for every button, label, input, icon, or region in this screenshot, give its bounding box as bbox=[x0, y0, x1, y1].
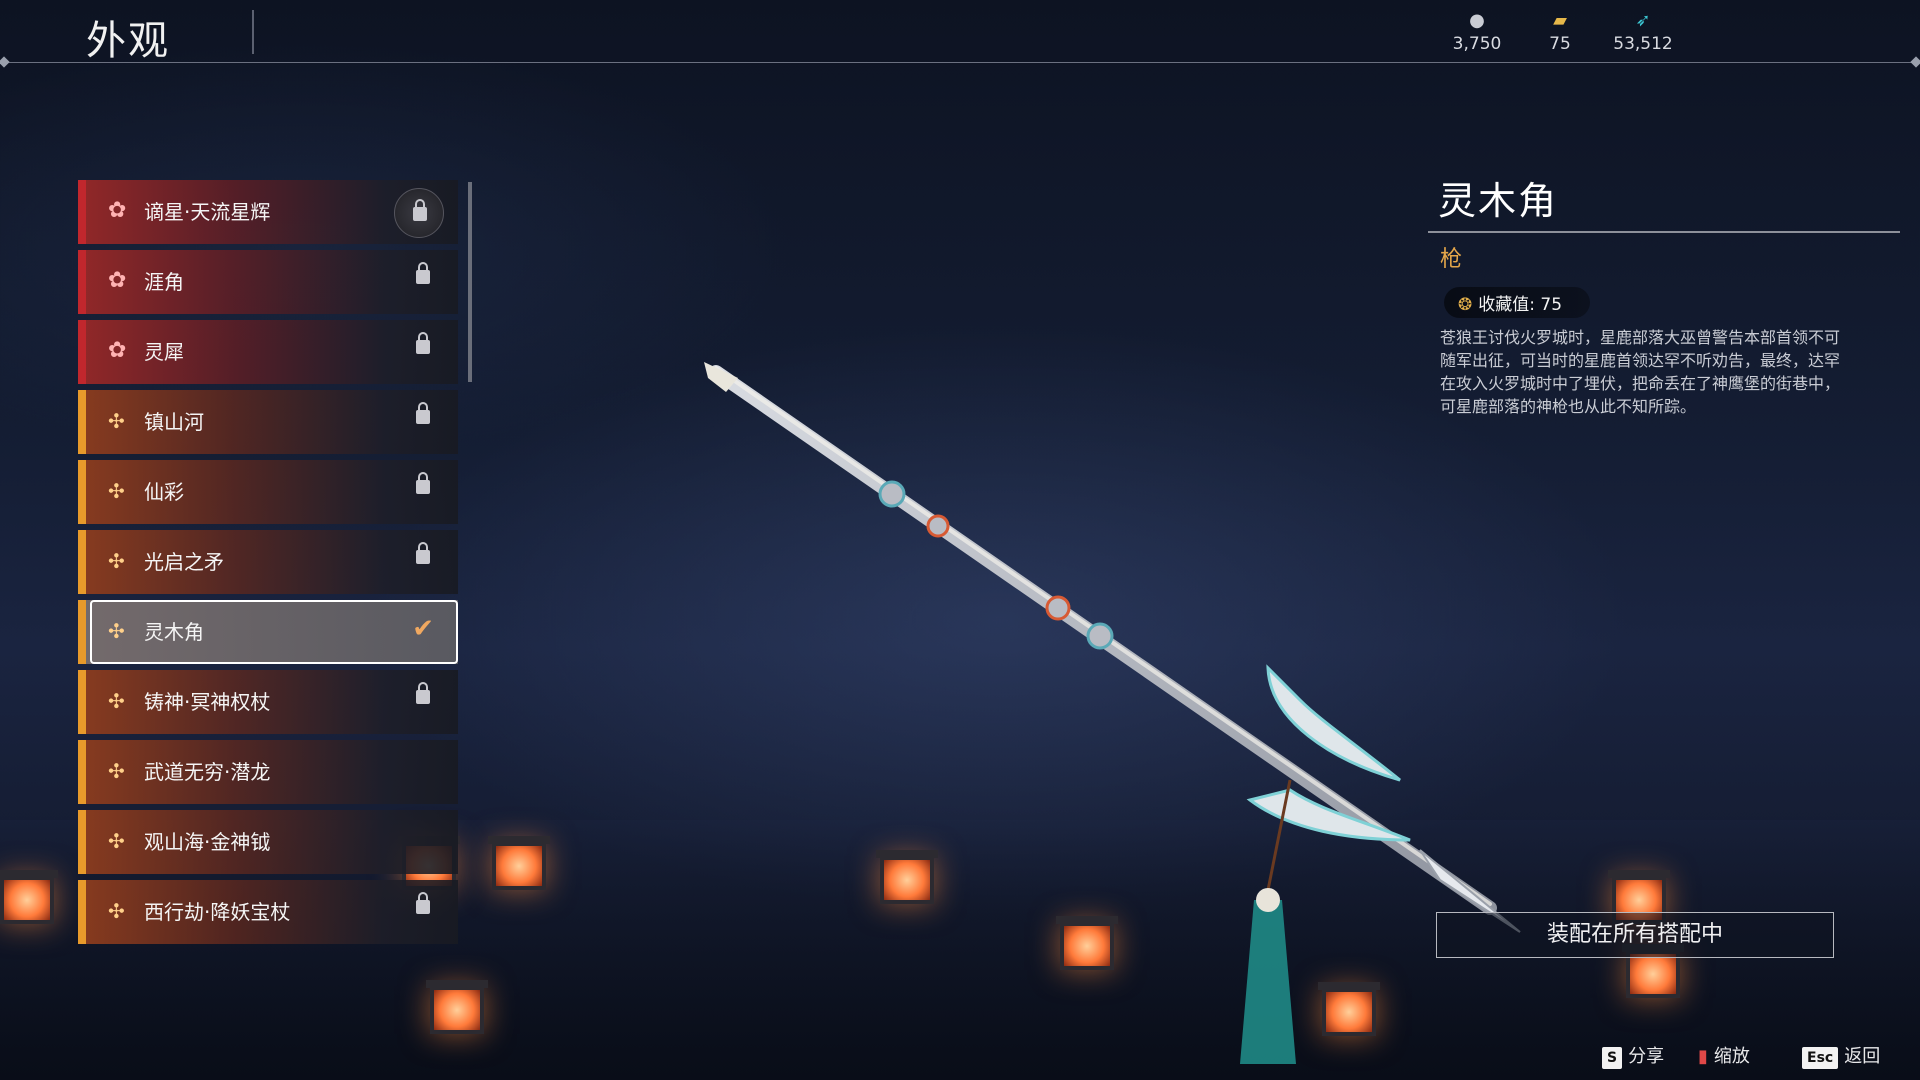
list-item[interactable]: ✿ 灵犀 bbox=[78, 320, 458, 384]
item-label: 镇山河 bbox=[144, 410, 204, 434]
list-item-selected[interactable]: ✣ 灵木角 ✔ bbox=[78, 600, 458, 664]
item-label: 仙彩 bbox=[144, 480, 184, 504]
list-item[interactable]: ✣ 观山海·金神钺 bbox=[78, 810, 458, 874]
item-label: 灵犀 bbox=[144, 340, 184, 364]
rarity-star-icon: ✿ bbox=[108, 198, 127, 223]
item-label: 铸神·冥神权杖 bbox=[144, 690, 271, 714]
currency-value: 3,750 bbox=[1452, 34, 1502, 54]
rarity-cross-icon: ✣ bbox=[108, 689, 125, 713]
feather-icon: ➶ bbox=[1635, 10, 1651, 31]
rarity-cross-icon: ✣ bbox=[108, 549, 125, 573]
list-item[interactable]: ✣ 铸神·冥神权杖 bbox=[78, 670, 458, 734]
currency-value: 53,512 bbox=[1613, 34, 1673, 54]
rarity-cross-icon: ✣ bbox=[108, 759, 125, 783]
list-item[interactable]: ✣ 武道无穷·潜龙 bbox=[78, 740, 458, 804]
mouse-book-icon: ▮ bbox=[1698, 1046, 1708, 1067]
hint-back[interactable]: Esc 返回 bbox=[1802, 1042, 1880, 1069]
list-item[interactable]: ✿ 涯角 bbox=[78, 250, 458, 314]
name-underline bbox=[1428, 231, 1900, 233]
top-bar-line bbox=[4, 62, 1916, 63]
lock-icon bbox=[416, 262, 430, 284]
spear-tassel bbox=[1240, 900, 1296, 1064]
item-detail-panel: 灵木角 枪 ❂ 收藏值: 75 苍狼王讨伐火罗城时，星鹿部落大巫曾警告本部首领不可… bbox=[1428, 170, 1900, 418]
item-description: 苍狼王讨伐火罗城时，星鹿部落大巫曾警告本部首领不可随军出征，可当时的星鹿首领达罕… bbox=[1440, 328, 1841, 416]
lock-icon bbox=[416, 472, 430, 494]
item-label: 灵木角 bbox=[144, 620, 204, 644]
rarity-star-icon: ✿ bbox=[108, 268, 127, 293]
spear-tassel-bead bbox=[1256, 888, 1280, 912]
key-esc-icon: Esc bbox=[1802, 1047, 1839, 1069]
hint-label: 缩放 bbox=[1713, 1046, 1750, 1067]
currency-feather: ➶ 53,512 bbox=[1603, 10, 1683, 54]
item-label: 光启之矛 bbox=[144, 550, 224, 574]
currency-value: 75 bbox=[1549, 34, 1571, 54]
lock-icon bbox=[416, 402, 430, 424]
lock-icon bbox=[416, 542, 430, 564]
item-label: 西行劫·降妖宝杖 bbox=[144, 900, 291, 924]
equip-all-button[interactable]: 装配在所有搭配中 bbox=[1436, 912, 1834, 958]
rarity-cross-icon: ✣ bbox=[108, 899, 125, 923]
list-item[interactable]: ✣ 仙彩 bbox=[78, 460, 458, 524]
hint-zoom[interactable]: ▮ 缩放 bbox=[1698, 1042, 1750, 1068]
rarity-star-icon: ✿ bbox=[108, 338, 127, 363]
list-item[interactable]: ✿ 谪星·天流星辉 bbox=[78, 180, 458, 244]
item-name: 灵木角 bbox=[1438, 179, 1559, 223]
currency-silver: ● 3,750 bbox=[1437, 10, 1517, 54]
silver-coin-icon: ● bbox=[1469, 10, 1485, 31]
spear-band bbox=[1045, 595, 1071, 621]
collection-value-badge: ❂ 收藏值: 75 bbox=[1444, 287, 1591, 318]
rarity-cross-icon: ✣ bbox=[108, 619, 125, 643]
item-label: 观山海·金神钺 bbox=[144, 830, 271, 854]
rarity-cross-icon: ✣ bbox=[108, 829, 125, 853]
checkmark-icon: ✔ bbox=[412, 614, 434, 644]
item-label: 涯角 bbox=[144, 270, 184, 294]
gold-ticket-icon: ▰ bbox=[1553, 10, 1567, 31]
hint-share[interactable]: S 分享 bbox=[1602, 1042, 1664, 1069]
spear-band bbox=[926, 514, 950, 538]
lock-icon bbox=[413, 199, 427, 221]
rarity-cross-icon: ✣ bbox=[108, 409, 125, 433]
list-item[interactable]: ✣ 光启之矛 bbox=[78, 530, 458, 594]
lock-icon bbox=[416, 892, 430, 914]
weapon-type: 枪 bbox=[1440, 247, 1463, 272]
currency-gold-ticket: ▰ 75 bbox=[1520, 10, 1600, 54]
page-title: 外观 bbox=[86, 18, 170, 64]
rarity-cross-icon: ✣ bbox=[108, 479, 125, 503]
lock-icon bbox=[416, 332, 430, 354]
item-label: 谪星·天流星辉 bbox=[144, 200, 271, 224]
collection-value-text: 收藏值: 75 bbox=[1478, 295, 1563, 315]
hint-label: 返回 bbox=[1844, 1046, 1881, 1067]
collection-icon: ❂ bbox=[1458, 295, 1473, 315]
key-s-icon: S bbox=[1602, 1047, 1623, 1069]
spear-band bbox=[1086, 622, 1114, 650]
item-label: 武道无穷·潜龙 bbox=[144, 760, 271, 784]
list-scrollbar[interactable] bbox=[468, 182, 472, 382]
spear-band bbox=[878, 480, 906, 508]
title-divider bbox=[252, 10, 254, 54]
top-bar: 外观 ● 3,750 ▰ 75 ➶ 53,512 bbox=[0, 0, 1920, 68]
hint-label: 分享 bbox=[1628, 1046, 1665, 1067]
list-item[interactable]: ✣ 镇山河 bbox=[78, 390, 458, 454]
lock-icon bbox=[416, 682, 430, 704]
lock-badge bbox=[394, 188, 444, 238]
appearance-list[interactable]: ✿ 谪星·天流星辉 ✿ 涯角 ✿ 灵犀 ✣ 镇山河 ✣ 仙彩 ✣ 光启之矛 ✣ … bbox=[78, 180, 462, 950]
list-item[interactable]: ✣ 西行劫·降妖宝杖 bbox=[78, 880, 458, 944]
